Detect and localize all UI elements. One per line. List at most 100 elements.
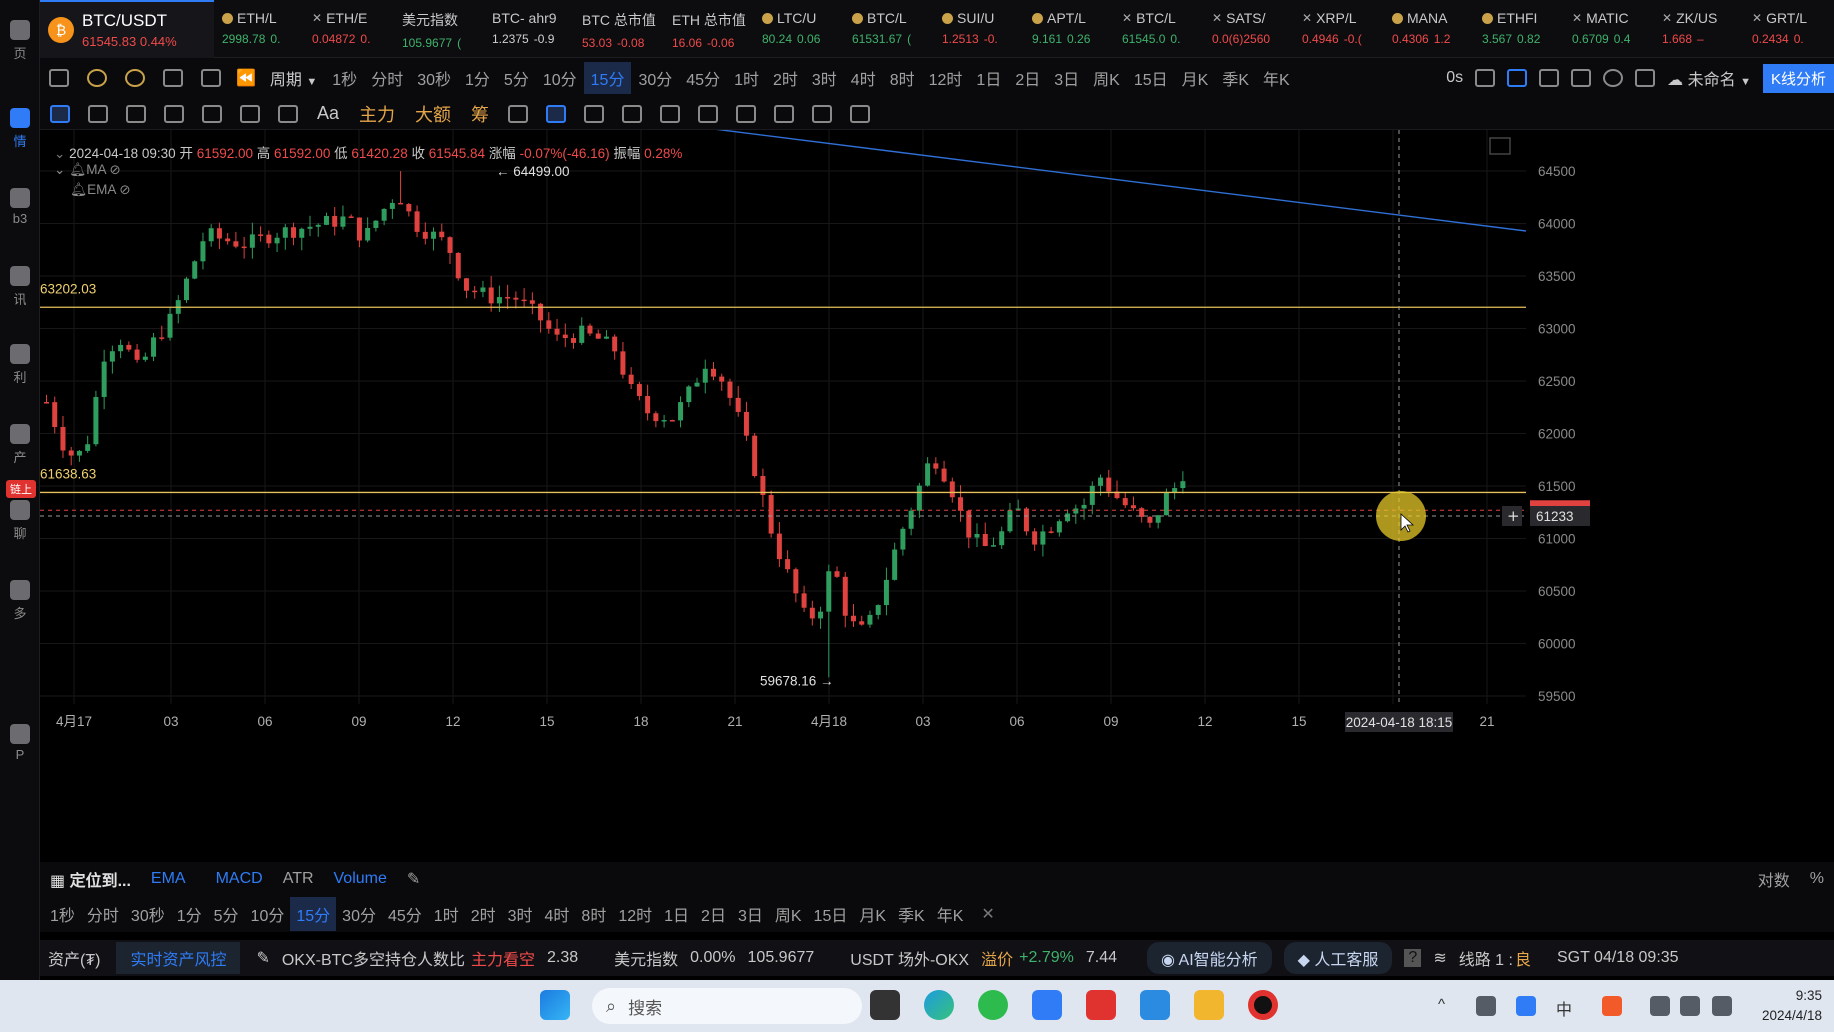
task-view-icon[interactable] xyxy=(870,990,900,1020)
record-icon[interactable] xyxy=(1248,990,1278,1020)
interval-1[interactable]: 分时 xyxy=(364,62,410,94)
risk-control-button[interactable]: 实时资产风控 xyxy=(116,942,241,974)
ticker-primary-btcusdt[interactable]: ₿ BTC/USDT 61545.83 0.44% xyxy=(40,0,214,58)
kline-analysis-button[interactable]: K线分析 xyxy=(1762,63,1834,93)
trash-icon[interactable] xyxy=(850,104,871,123)
interval-20[interactable]: 月K xyxy=(1175,62,1216,94)
chip-button[interactable]: 筹 xyxy=(471,101,489,127)
chart-area[interactable]: 63202.0361638.6361545+612336450064000635… xyxy=(40,130,1834,830)
rail-item-3[interactable]: 讯 xyxy=(0,266,40,308)
sync-icon[interactable] xyxy=(812,104,833,123)
volume-mute-icon[interactable] xyxy=(1680,996,1700,1016)
taskbar-search[interactable]: ⌕ 搜索 xyxy=(592,988,862,1024)
indicator-icon[interactable] xyxy=(87,69,107,87)
tab-volume[interactable]: Volume xyxy=(334,870,387,888)
overlay-icon[interactable] xyxy=(1571,69,1592,87)
interval-1[interactable]: 分时 xyxy=(81,897,125,931)
collapse-icon[interactable]: ⌄ xyxy=(54,162,65,177)
interval-3[interactable]: 1分 xyxy=(171,897,208,931)
tab-atr[interactable]: ATR xyxy=(283,870,314,888)
ticker-item[interactable]: BTC 总市值 53.03 -0.08 xyxy=(574,0,664,58)
lock-icon[interactable] xyxy=(622,104,643,123)
interval-22[interactable]: 年K xyxy=(931,897,970,931)
interval-7[interactable]: 30分 xyxy=(336,897,382,931)
interval-21[interactable]: 季K xyxy=(1215,62,1256,94)
interval-18[interactable]: 周K xyxy=(769,897,808,931)
pattern-tool-icon[interactable] xyxy=(240,104,260,123)
large-order-button[interactable]: 大额 xyxy=(415,101,451,127)
interval-13[interactable]: 8时 xyxy=(575,897,612,931)
interval-9[interactable]: 1时 xyxy=(428,897,465,931)
rail-item-2[interactable]: b3 xyxy=(0,188,40,226)
interval-18[interactable]: 周K xyxy=(1086,62,1127,94)
interval-14[interactable]: 12时 xyxy=(612,897,658,931)
rewind-icon[interactable]: ⏪ xyxy=(236,68,256,88)
trend-line[interactable] xyxy=(658,130,1527,232)
ticker-item[interactable]: ✕ SATS/0.0(6)2560 xyxy=(1204,0,1294,58)
expand-icon[interactable] xyxy=(1489,137,1511,155)
interval-20[interactable]: 月K xyxy=(853,897,892,931)
ray-tool-icon[interactable] xyxy=(126,104,146,123)
customer-service-button[interactable]: ◆ 人工客服 xyxy=(1283,942,1393,974)
microphone-icon[interactable] xyxy=(1516,996,1536,1016)
interval-22[interactable]: 年K xyxy=(1256,62,1297,94)
settings-icon[interactable] xyxy=(1603,69,1624,87)
ticker-item[interactable]: ✕ ETH/E 0.04872 0. xyxy=(304,0,394,58)
ticker-item[interactable]: 美元指数 105.9677 ( xyxy=(394,0,484,58)
onedrive-icon[interactable] xyxy=(1476,996,1496,1016)
rail-item-0[interactable]: 页 xyxy=(0,20,40,62)
interval-15[interactable]: 1日 xyxy=(658,897,695,931)
interval-2[interactable]: 30秒 xyxy=(125,897,171,931)
ticker-item[interactable]: ✕ ZK/US 1.668– xyxy=(1654,0,1744,58)
interval-0[interactable]: 1秒 xyxy=(44,897,81,931)
line-tool-icon[interactable] xyxy=(88,104,108,123)
photos-icon[interactable] xyxy=(1140,990,1170,1020)
onchain-badge[interactable]: 链上 xyxy=(6,480,36,498)
windows-start-icon[interactable] xyxy=(540,990,570,1020)
interval-15[interactable]: 1日 xyxy=(969,62,1008,94)
pencil-icon[interactable]: ✎ xyxy=(256,948,269,968)
pencil-icon[interactable] xyxy=(1507,69,1528,87)
taskbar-clock[interactable]: 9:35 2024/4/18 xyxy=(1762,986,1822,1026)
ticker-item[interactable]: LTC/U 80.24 0.06 xyxy=(754,0,844,58)
ticker-item[interactable]: ✕ BTC/L 61545.0 0. xyxy=(1114,0,1204,58)
interval-21[interactable]: 季K xyxy=(892,897,931,931)
log-scale-toggle[interactable]: 对数 xyxy=(1758,867,1790,891)
interval-7[interactable]: 30分 xyxy=(631,62,679,94)
ticker-item[interactable]: ✕ XRP/L 0.4946 -0.( xyxy=(1294,0,1384,58)
interval-2[interactable]: 30秒 xyxy=(410,62,458,94)
interval-17[interactable]: 3日 xyxy=(732,897,769,931)
interval-12[interactable]: 4时 xyxy=(539,897,576,931)
calendar-icon[interactable] xyxy=(163,69,183,87)
interval-4[interactable]: 5分 xyxy=(497,62,536,94)
asset-label[interactable]: 资产(₮) xyxy=(48,946,100,970)
interval-9[interactable]: 1时 xyxy=(727,62,766,94)
ticker-item[interactable]: APT/L 9.161 0.26 xyxy=(1024,0,1114,58)
interval-6[interactable]: 15分 xyxy=(583,62,632,94)
locate-button[interactable]: ▦ 定位到... xyxy=(50,867,131,891)
network-icon[interactable] xyxy=(1650,996,1670,1016)
rail-item-5[interactable]: 产 xyxy=(0,424,40,466)
ticker-item[interactable]: BTC/L 61531.67 ( xyxy=(844,0,934,58)
eraser-icon[interactable] xyxy=(736,104,757,123)
ticker-item[interactable]: ETHFI 3.567 0.82 xyxy=(1474,0,1564,58)
close-icon[interactable]: ✕ xyxy=(981,904,994,924)
interval-10[interactable]: 2时 xyxy=(766,62,805,94)
interval-8[interactable]: 45分 xyxy=(382,897,428,931)
interval-16[interactable]: 2日 xyxy=(695,897,732,931)
interval-4[interactable]: 5分 xyxy=(208,897,245,931)
ema-indicator-row[interactable]: 🔔︎EMA ⊘ xyxy=(70,182,131,198)
interval-14[interactable]: 12时 xyxy=(922,62,970,94)
edge-browser-icon[interactable] xyxy=(924,990,954,1020)
edit-indicators-icon[interactable]: ✎ xyxy=(407,869,420,889)
tab-ema[interactable]: EMA xyxy=(151,870,186,888)
lightning-icon[interactable] xyxy=(125,69,145,87)
interval-16[interactable]: 2日 xyxy=(1008,62,1047,94)
ime-indicator[interactable]: 中 xyxy=(1556,996,1576,1019)
plus-icon[interactable]: + xyxy=(1507,507,1520,525)
interval-5[interactable]: 10分 xyxy=(245,897,291,931)
rail-item-4[interactable]: 利 xyxy=(0,344,40,386)
text-tool-button[interactable]: Aa xyxy=(317,103,339,124)
help-icon[interactable]: ? xyxy=(1404,949,1422,967)
file-explorer-icon[interactable] xyxy=(1194,990,1224,1020)
